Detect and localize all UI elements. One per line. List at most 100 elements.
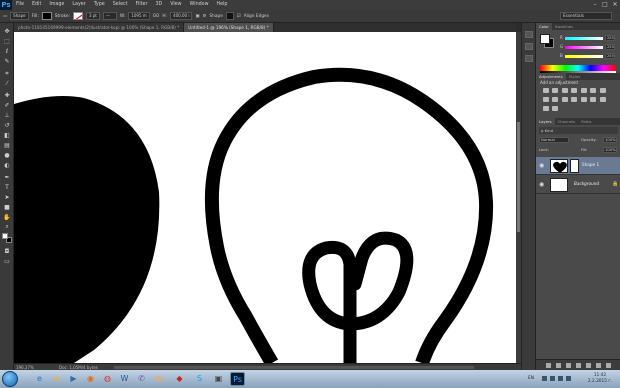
network-icon[interactable]	[550, 376, 555, 381]
adjustment-layer-icon[interactable]	[576, 362, 581, 368]
media-icon[interactable]: ▶	[66, 372, 81, 386]
firefox-icon[interactable]: ◉	[83, 372, 98, 386]
tab-color[interactable]: Color	[536, 23, 552, 30]
slider-blue-value[interactable]: 255	[605, 53, 615, 59]
photo-filter-icon[interactable]	[552, 97, 559, 102]
brightness-icon[interactable]	[543, 88, 549, 93]
type-tool-icon[interactable]: T	[3, 185, 11, 191]
foreground-color-swatch[interactable]	[2, 233, 8, 239]
menu-image[interactable]: Image	[45, 0, 68, 10]
levels-icon[interactable]	[552, 88, 559, 93]
hand-tool-icon[interactable]: ✋	[3, 215, 11, 221]
tab-untitled-1[interactable]: Untitled-1 @ 196% (Shape 1, RGB/8) *	[184, 23, 274, 32]
channel-mixer-icon[interactable]	[561, 97, 568, 102]
height-field[interactable]: 400,00 i	[170, 12, 193, 20]
history-panel-icon[interactable]	[525, 31, 533, 38]
photoshop-icon[interactable]: Ps	[230, 372, 245, 386]
menu-file[interactable]: File	[12, 0, 28, 10]
menu-edit[interactable]: Edit	[28, 0, 45, 10]
tab-paths[interactable]: Paths	[578, 118, 594, 125]
gradient-tool-icon[interactable]: ▤	[3, 143, 11, 149]
slider-red-value[interactable]: 255	[605, 35, 615, 41]
info-panel-icon[interactable]	[525, 55, 533, 62]
stroke-type-select[interactable]: —	[102, 12, 117, 20]
shape-tool-icon[interactable]: ■	[3, 205, 11, 211]
chrome-icon[interactable]: ◍	[100, 372, 115, 386]
menu-layer[interactable]: Layer	[68, 0, 89, 10]
color-lookup-icon[interactable]	[571, 97, 578, 102]
link-layers-icon[interactable]	[546, 362, 551, 368]
opacity-field[interactable]: 100%	[603, 137, 617, 143]
unknown-icon[interactable]: ▣	[211, 372, 226, 386]
shape-picker[interactable]	[225, 12, 234, 20]
stroke-swatch[interactable]	[72, 12, 83, 20]
menu-select[interactable]: Select	[109, 0, 132, 10]
healing-tool-icon[interactable]: ✚	[3, 93, 11, 99]
hue-saturation-icon[interactable]	[590, 88, 597, 93]
clock[interactable]: 11:42 2.2.2015 г.	[588, 373, 612, 385]
tab-styles[interactable]: Styles	[566, 73, 584, 80]
quick-mask-icon[interactable]: ◘	[3, 249, 11, 255]
threshold-icon[interactable]	[599, 97, 606, 102]
gear-icon[interactable]: ⚙	[203, 14, 207, 19]
pen-tool-icon[interactable]: ✒	[3, 175, 11, 181]
gradient-map-icon[interactable]	[543, 106, 549, 111]
brush-tool-icon[interactable]: ✐	[3, 103, 11, 109]
marquee-tool-icon[interactable]: ⬚	[3, 39, 11, 45]
fill-swatch[interactable]	[41, 12, 52, 20]
history-brush-tool-icon[interactable]: ↺	[3, 123, 11, 129]
menu-filter[interactable]: Filter	[132, 0, 152, 10]
layer-thumbnail[interactable]	[550, 159, 568, 173]
slider-green-value[interactable]: 255	[605, 44, 615, 50]
new-layer-icon[interactable]	[596, 362, 601, 368]
tool-mode-select[interactable]: Shape	[10, 12, 29, 20]
canvas-horizontal-scrollbar[interactable]	[114, 366, 474, 369]
color-balance-icon[interactable]	[599, 88, 606, 93]
slider-green[interactable]: G 255	[560, 44, 616, 52]
skype-icon[interactable]: S	[192, 372, 207, 386]
menu-3d[interactable]: 3D	[151, 0, 166, 10]
workspace-select[interactable]: Essentials	[560, 12, 612, 20]
black-white-icon[interactable]	[543, 97, 549, 102]
menu-type[interactable]: Type	[90, 0, 109, 10]
tab-adjustments[interactable]: Adjustments	[536, 73, 566, 80]
viber-icon[interactable]: ✆	[134, 372, 149, 386]
add-mask-icon[interactable]	[566, 362, 571, 368]
tab-channels[interactable]: Channels	[555, 118, 579, 125]
path-ops-icon[interactable]: ▣	[195, 14, 199, 19]
stamp-icon[interactable]: ◆	[172, 372, 187, 386]
menu-help[interactable]: Help	[213, 0, 232, 10]
scrollbar-thumb[interactable]	[517, 122, 520, 232]
blur-tool-icon[interactable]: ●	[3, 153, 11, 159]
lasso-tool-icon[interactable]: ℓ	[3, 49, 11, 55]
menu-view[interactable]: View	[166, 0, 185, 10]
eyedropper-tool-icon[interactable]: ⁄	[3, 81, 11, 87]
layer-row-shape-1[interactable]: ◉ Shape 1	[536, 157, 620, 175]
group-icon[interactable]	[586, 362, 591, 368]
path-select-tool-icon[interactable]: ➤	[3, 195, 11, 201]
trash-icon[interactable]	[606, 362, 611, 368]
volume-icon[interactable]	[558, 376, 563, 381]
vibrance-icon[interactable]	[580, 88, 587, 93]
battery-icon[interactable]	[566, 376, 571, 381]
tab-swatches[interactable]: Swatches	[552, 23, 576, 30]
minimize-button[interactable]: –	[590, 0, 600, 10]
panel-foreground-color[interactable]	[540, 34, 550, 44]
slider-red[interactable]: R 255	[560, 35, 616, 43]
menu-window[interactable]: Window	[186, 0, 213, 10]
ie-icon[interactable]: e	[32, 372, 47, 386]
dodge-tool-icon[interactable]: ◐	[3, 163, 11, 169]
screen-mode-icon[interactable]: ▭	[3, 259, 11, 265]
vector-mask-thumbnail[interactable]	[570, 159, 579, 173]
slider-blue[interactable]: B 255	[560, 53, 616, 61]
layer-style-icon[interactable]	[556, 362, 561, 368]
eye-icon[interactable]: ◉	[539, 181, 546, 188]
invert-icon[interactable]	[580, 97, 587, 102]
slider-red-track[interactable]	[565, 37, 603, 40]
slider-blue-track[interactable]	[565, 55, 603, 58]
shape-tool-icon[interactable]: ▭	[3, 14, 7, 19]
close-button[interactable]: ✕	[610, 0, 620, 10]
layer-row-background[interactable]: ◉ Background 🔒	[536, 176, 620, 194]
slider-green-track[interactable]	[565, 46, 603, 49]
fill-field[interactable]: 100%	[603, 147, 617, 153]
